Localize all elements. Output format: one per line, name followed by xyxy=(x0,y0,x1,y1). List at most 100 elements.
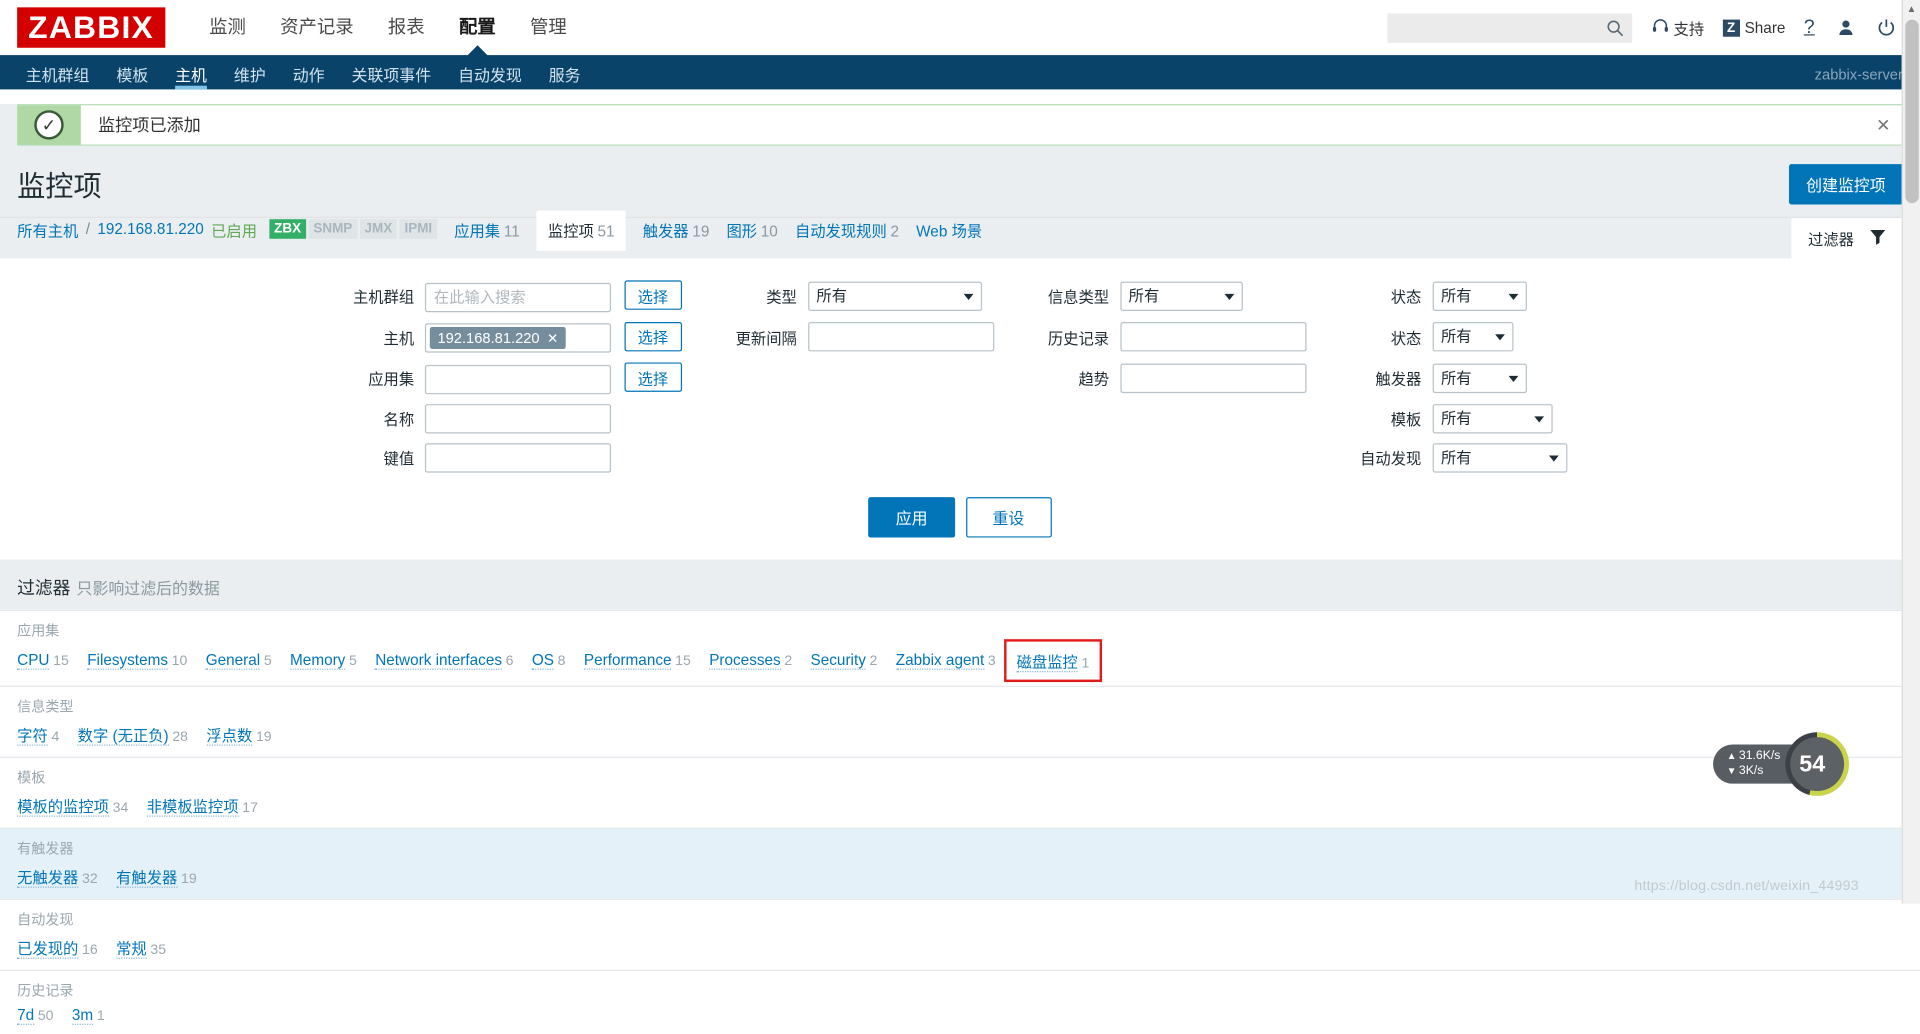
subfilter-item-3m[interactable]: 3m 1 xyxy=(71,1005,105,1025)
nav-item-configuration[interactable]: 配置 xyxy=(442,0,513,57)
subfilter-item-os[interactable]: OS 8 xyxy=(531,651,566,670)
subfilter-item-processes-label[interactable]: Processes xyxy=(709,651,781,670)
application-select-button[interactable]: 选择 xyxy=(624,362,682,392)
reset-button[interactable]: 重设 xyxy=(965,496,1052,537)
subfilter-item-zabbix-agent-label[interactable]: Zabbix agent xyxy=(895,651,985,670)
subfilter-item-regular[interactable]: 常规 35 xyxy=(116,935,166,959)
host-chip-remove-icon[interactable]: ✕ xyxy=(547,330,558,346)
support-link[interactable]: 支持 xyxy=(1652,16,1704,39)
subnav-item-hostgroups[interactable]: 主机群组 xyxy=(12,67,103,89)
subnav-item-templates[interactable]: 模板 xyxy=(103,67,162,89)
subfilter-item-float[interactable]: 浮点数 19 xyxy=(206,722,272,746)
vertical-scrollbar[interactable]: ▲ xyxy=(1901,0,1920,904)
subfilter-item-not-templated-items-label[interactable]: 非模板监控项 xyxy=(146,797,239,817)
status-select[interactable]: 所有 xyxy=(1432,322,1514,352)
close-icon[interactable]: ✕ xyxy=(1865,105,1902,144)
subnav-item-hosts[interactable]: 主机 xyxy=(162,67,221,90)
subfilter-item-network-interfaces-label[interactable]: Network interfaces xyxy=(375,651,502,670)
subfilter-item-character[interactable]: 字符 4 xyxy=(17,722,59,746)
host-multiselect[interactable]: 192.168.81.220 ✕ xyxy=(425,323,612,353)
subfilter-item-without-triggers-label[interactable]: 无触发器 xyxy=(17,868,79,888)
subfilter-item-network-interfaces[interactable]: Network interfaces 6 xyxy=(375,651,514,670)
host-select-button[interactable]: 选择 xyxy=(624,321,682,351)
subnav-item-actions[interactable]: 动作 xyxy=(279,67,338,89)
subfilter-item-with-triggers[interactable]: 有触发器 19 xyxy=(116,864,197,888)
name-input[interactable] xyxy=(425,403,612,433)
tab-graphs[interactable]: 图形 10 xyxy=(726,217,777,240)
subfilter-item-templated-items[interactable]: 模板的监控项 34 xyxy=(17,793,128,817)
tab-items[interactable]: 监控项 51 xyxy=(536,210,626,252)
subnav-item-discovery[interactable]: 自动发现 xyxy=(445,67,536,89)
global-search[interactable] xyxy=(1387,12,1632,43)
subfilter-item-float-label[interactable]: 浮点数 xyxy=(206,726,253,746)
host-chip[interactable]: 192.168.81.220 ✕ xyxy=(430,326,566,349)
subfilter-item-unsigned-label[interactable]: 数字 (无正负) xyxy=(77,726,169,746)
type-select[interactable]: 所有 xyxy=(807,281,982,311)
subfilter-item-performance[interactable]: Performance 15 xyxy=(583,651,691,670)
subfilter-item-7d[interactable]: 7d 50 xyxy=(17,1005,54,1025)
discovery-select[interactable]: 所有 xyxy=(1432,442,1568,473)
floating-system-monitor-widget[interactable]: ▲ 31.6K/s ▼ 3K/s 54% xyxy=(1713,732,1849,796)
nav-item-administration[interactable]: 管理 xyxy=(513,0,584,55)
subnav-item-correlation[interactable]: 关联项事件 xyxy=(338,67,445,89)
subfilter-item-processes[interactable]: Processes 2 xyxy=(709,651,792,670)
subfilter-item-zabbix-agent[interactable]: Zabbix agent 3 xyxy=(895,651,996,670)
tab-discovery-rules[interactable]: 自动发现规则 2 xyxy=(795,217,899,240)
nav-item-monitoring[interactable]: 监测 xyxy=(192,0,263,55)
subfilter-item-unsigned[interactable]: 数字 (无正负) 28 xyxy=(77,722,188,746)
help-icon[interactable]: ? xyxy=(1804,17,1815,39)
update-interval-input[interactable] xyxy=(807,322,994,352)
subfilter-item-security-label[interactable]: Security xyxy=(810,651,866,670)
subfilter-item-character-label[interactable]: 字符 xyxy=(17,726,48,746)
subfilter-item-filesystems-label[interactable]: Filesystems xyxy=(87,651,168,670)
breadcrumb-host[interactable]: 192.168.81.220 xyxy=(97,220,203,237)
subfilter-item-disk-monitor[interactable]: 磁盘监控 1 xyxy=(1004,638,1102,682)
tab-applications[interactable]: 应用集 11 xyxy=(454,217,520,240)
subfilter-item-templated-items-label[interactable]: 模板的监控项 xyxy=(17,797,109,817)
share-link[interactable]: Z Share xyxy=(1722,18,1785,37)
subfilter-item-cpu[interactable]: CPU 15 xyxy=(17,651,69,670)
subfilter-item-not-templated-items[interactable]: 非模板监控项 17 xyxy=(146,793,258,817)
subfilter-item-without-triggers[interactable]: 无触发器 32 xyxy=(17,864,98,888)
scroll-up-icon[interactable]: ▲ xyxy=(1903,0,1920,18)
subfilter-item-3m-label[interactable]: 3m xyxy=(71,1005,94,1025)
apply-button[interactable]: 应用 xyxy=(868,496,955,537)
subfilter-item-general-label[interactable]: General xyxy=(205,651,261,670)
subfilter-item-security[interactable]: Security 2 xyxy=(810,651,877,670)
template-select[interactable]: 所有 xyxy=(1432,403,1553,433)
create-item-button[interactable]: 创建监控项 xyxy=(1788,163,1903,204)
triggers-select[interactable]: 所有 xyxy=(1432,363,1527,393)
subfilter-item-with-triggers-label[interactable]: 有触发器 xyxy=(116,868,178,888)
subfilter-item-discovered-label[interactable]: 已发现的 xyxy=(17,939,79,959)
subfilter-item-os-label[interactable]: OS xyxy=(531,651,554,670)
subfilter-item-cpu-label[interactable]: CPU xyxy=(17,651,50,670)
subfilter-item-discovered[interactable]: 已发现的 16 xyxy=(17,935,98,959)
nav-item-reports[interactable]: 报表 xyxy=(371,0,442,55)
filter-tab[interactable]: 过滤器 xyxy=(1792,217,1903,260)
power-icon[interactable] xyxy=(1877,18,1895,36)
tab-triggers[interactable]: 触发器 19 xyxy=(643,217,710,240)
breadcrumb-all-hosts[interactable]: 所有主机 xyxy=(17,217,78,240)
application-input[interactable] xyxy=(425,364,612,394)
subfilter-item-regular-label[interactable]: 常规 xyxy=(116,939,147,959)
state-select[interactable]: 所有 xyxy=(1432,281,1527,311)
nav-item-inventory[interactable]: 资产记录 xyxy=(263,0,371,55)
subfilter-item-memory[interactable]: Memory 5 xyxy=(290,651,357,670)
zabbix-logo[interactable]: ZABBIX xyxy=(17,7,166,48)
history-input[interactable] xyxy=(1120,322,1307,352)
subfilter-item-performance-label[interactable]: Performance xyxy=(583,651,672,670)
subfilter-item-memory-label[interactable]: Memory xyxy=(290,651,346,670)
scrollbar-thumb[interactable] xyxy=(1905,19,1919,204)
subfilter-item-disk-monitor-label[interactable]: 磁盘监控 xyxy=(1016,653,1078,672)
host-group-input[interactable] xyxy=(425,282,612,312)
subnav-item-services[interactable]: 服务 xyxy=(535,67,594,89)
subfilter-item-general[interactable]: General 5 xyxy=(205,651,272,670)
host-group-select-button[interactable]: 选择 xyxy=(624,280,682,310)
subfilter-item-7d-label[interactable]: 7d xyxy=(17,1005,35,1025)
value-type-select[interactable]: 所有 xyxy=(1120,281,1243,311)
subfilter-item-filesystems[interactable]: Filesystems 10 xyxy=(87,651,187,670)
trends-input[interactable] xyxy=(1120,363,1307,393)
search-input[interactable] xyxy=(1387,12,1632,43)
key-input[interactable] xyxy=(425,442,612,473)
tab-web-scenarios[interactable]: Web 场景 xyxy=(916,217,982,240)
